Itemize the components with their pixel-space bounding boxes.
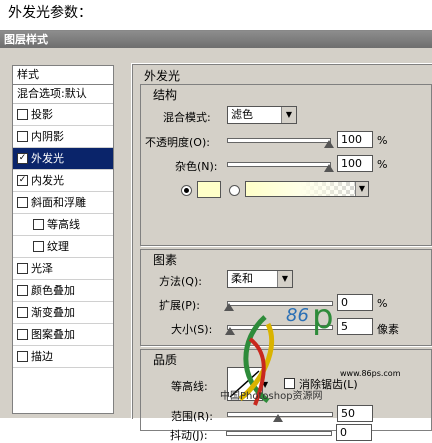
style-item-checkbox[interactable] [33, 219, 44, 230]
style-item[interactable]: 光泽 [13, 258, 113, 280]
blend-options-item[interactable]: 混合选项:默认 [13, 85, 113, 104]
style-list-header[interactable]: 样式 [13, 66, 113, 85]
style-item-checkbox[interactable] [17, 109, 28, 120]
style-item[interactable]: 等高线 [13, 214, 113, 236]
contour-label: 等高线: [171, 380, 208, 393]
style-item-label: 外发光 [31, 152, 64, 165]
spread-label: 扩展(P): [159, 299, 200, 312]
jitter-slider[interactable] [226, 431, 332, 436]
opacity-input[interactable]: 100 [337, 131, 373, 148]
style-item-checkbox[interactable]: ✓ [17, 175, 28, 186]
structure-group: 结构 混合模式: 滤色 ▼ 不透明度(O): 100 % 杂色(N): 100 … [140, 84, 432, 246]
watermark-url: www.86ps.com [340, 369, 401, 378]
style-item-checkbox[interactable] [33, 241, 44, 252]
style-item-checkbox[interactable]: ✓ [17, 153, 28, 164]
noise-input[interactable]: 100 [337, 155, 373, 172]
layer-style-dialog: 图层样式 样式 混合选项:默认 投影 内阴影 ✓ 外发光 ✓ 内发光 斜面和浮雕 等高线 纹理光… [0, 30, 432, 442]
style-item-label: 内发光 [31, 174, 64, 187]
style-item[interactable]: ✓ 外发光 [13, 148, 113, 170]
method-select[interactable]: 柔和 ▼ [227, 270, 293, 288]
gradient-radio[interactable] [229, 185, 240, 196]
style-item-label: 投影 [31, 108, 53, 121]
page-caption: 外发光参数： [8, 5, 92, 21]
style-item-checkbox[interactable] [17, 329, 28, 340]
opacity-slider-thumb[interactable] [324, 140, 334, 148]
style-item-label: 光泽 [31, 262, 53, 275]
method-value: 柔和 [231, 272, 253, 285]
style-item[interactable]: 内阴影 [13, 126, 113, 148]
range-label: 范围(R): [171, 410, 213, 423]
style-item-label: 斜面和浮雕 [31, 196, 86, 209]
noise-slider[interactable] [227, 162, 331, 167]
elements-title: 图素 [153, 253, 178, 267]
watermark-letter: p [312, 297, 334, 337]
noise-slider-thumb[interactable] [324, 164, 334, 172]
style-item[interactable]: 图案叠加 [13, 324, 113, 346]
quality-title: 品质 [153, 353, 178, 367]
style-item[interactable]: 渐变叠加 [13, 302, 113, 324]
opacity-slider[interactable] [227, 138, 331, 143]
style-item[interactable]: 颜色叠加 [13, 280, 113, 302]
style-item[interactable]: 纹理 [13, 236, 113, 258]
opacity-label: 不透明度(O): [145, 136, 210, 149]
watermark-number: 86 [286, 305, 309, 326]
site-watermark: 86 p www.86ps.com 中国Photoshop资源网 [220, 297, 401, 418]
style-item[interactable]: 投影 [13, 104, 113, 126]
panel-title: 外发光 [144, 69, 181, 83]
noise-label: 杂色(N): [175, 160, 218, 173]
style-item[interactable]: 斜面和浮雕 [13, 192, 113, 214]
structure-title: 结构 [153, 88, 178, 102]
style-item-label: 描边 [31, 350, 53, 363]
blend-mode-select[interactable]: 滤色 ▼ [227, 106, 297, 124]
watermark-text: 中国Photoshop资源网 [220, 391, 323, 402]
chevron-down-icon: ▼ [277, 271, 292, 287]
style-item-label: 图案叠加 [31, 328, 75, 341]
solid-color-radio[interactable] [181, 185, 192, 196]
blend-mode-label: 混合模式: [163, 111, 211, 124]
style-item-checkbox[interactable] [17, 197, 28, 208]
glow-gradient-swatch[interactable]: ▼ [245, 181, 369, 197]
size-label: 大小(S): [171, 323, 213, 336]
style-item-label: 颜色叠加 [31, 284, 75, 297]
style-list: 样式 混合选项:默认 投影 内阴影 ✓ 外发光 ✓ 内发光 斜面和浮雕 等高线 纹理 光泽 颜色叠加… [12, 65, 114, 414]
method-label: 方法(Q): [159, 275, 202, 288]
style-item[interactable]: ✓ 内发光 [13, 170, 113, 192]
style-item-checkbox[interactable] [17, 285, 28, 296]
style-item[interactable]: 描边 [13, 346, 113, 368]
style-item-checkbox[interactable] [17, 263, 28, 274]
style-item-label: 渐变叠加 [31, 306, 75, 319]
opacity-unit: % [377, 134, 388, 147]
blend-mode-value: 滤色 [231, 108, 253, 121]
chevron-down-icon[interactable]: ▼ [355, 182, 368, 196]
style-item-label: 纹理 [47, 240, 69, 253]
style-item-checkbox[interactable] [17, 131, 28, 142]
noise-unit: % [377, 158, 388, 171]
style-item-label: 等高线 [47, 218, 80, 231]
glow-color-swatch[interactable] [197, 181, 221, 198]
jitter-input[interactable]: 0 [336, 424, 372, 441]
dialog-title: 图层样式 [0, 31, 432, 48]
style-item-checkbox[interactable] [17, 351, 28, 362]
style-item-checkbox[interactable] [17, 307, 28, 318]
chevron-down-icon: ▼ [281, 107, 296, 123]
style-item-label: 内阴影 [31, 130, 64, 143]
jitter-label: 抖动(J): [170, 429, 208, 442]
